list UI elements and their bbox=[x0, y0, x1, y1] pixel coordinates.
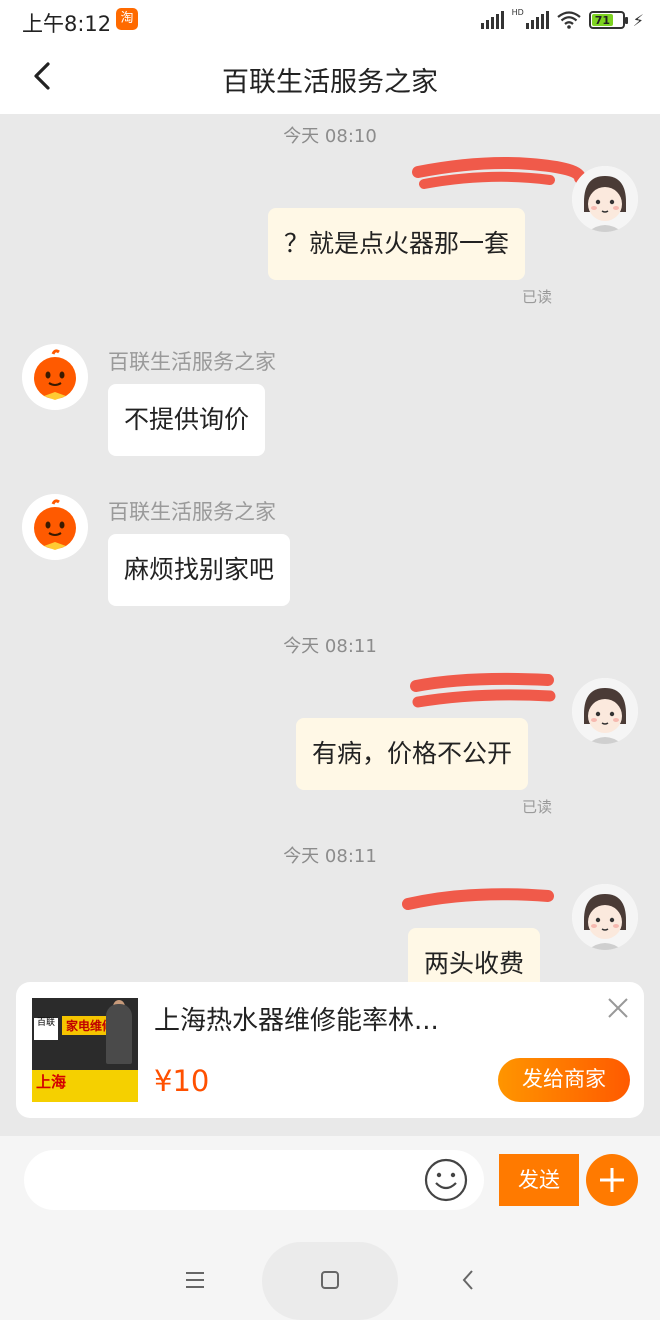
message-timestamp: 今天 08:11 bbox=[283, 636, 377, 657]
smiley-icon[interactable] bbox=[424, 1158, 468, 1202]
thumbnail-city: 上海 bbox=[36, 1073, 67, 1091]
send-to-merchant-button[interactable]: 发给商家 bbox=[498, 1058, 630, 1102]
redacted-nickname bbox=[402, 888, 554, 910]
chat-bubble-outgoing[interactable]: 有病，价格不公开 bbox=[296, 718, 529, 790]
message-timestamp: 今天 08:11 bbox=[283, 846, 377, 867]
sender-name: 百联生活服务之家 bbox=[108, 350, 276, 374]
back-triangle-icon[interactable] bbox=[460, 1268, 476, 1292]
product-thumbnail[interactable]: 百联 家电维修 上海 bbox=[32, 998, 138, 1102]
my-avatar[interactable] bbox=[572, 884, 638, 950]
read-receipt: 已读 bbox=[522, 288, 553, 306]
product-price: ¥10 bbox=[154, 1064, 210, 1098]
battery-icon: 71 bbox=[588, 11, 628, 29]
my-avatar[interactable] bbox=[572, 678, 638, 744]
chat-header: 百联生活服务之家 bbox=[0, 40, 660, 114]
merchant-avatar[interactable] bbox=[22, 494, 88, 560]
redacted-nickname bbox=[410, 672, 556, 708]
signal-icon-2 bbox=[525, 11, 549, 29]
chat-bubble-incoming[interactable]: 麻烦找别家吧 bbox=[108, 534, 291, 606]
message-input-bar: 发送 bbox=[0, 1136, 660, 1240]
page-title: 百联生活服务之家 bbox=[222, 67, 438, 98]
product-title[interactable]: 上海热水器维修能率林... bbox=[154, 1000, 439, 1037]
plus-icon[interactable] bbox=[586, 1154, 638, 1206]
taobao-icon: 淘 bbox=[116, 8, 138, 30]
hd-label: HD bbox=[511, 7, 524, 17]
my-avatar[interactable] bbox=[572, 166, 638, 232]
read-receipt: 已读 bbox=[522, 798, 553, 816]
battery-level: 71 bbox=[594, 13, 611, 27]
chat-bubble-incoming[interactable]: 不提供询价 bbox=[108, 384, 266, 456]
technician-figure bbox=[106, 1004, 132, 1064]
message-input[interactable] bbox=[24, 1150, 484, 1210]
menu-icon[interactable] bbox=[184, 1270, 206, 1290]
redacted-nickname bbox=[412, 157, 586, 189]
system-nav-bar bbox=[0, 1240, 660, 1320]
sender-name: 百联生活服务之家 bbox=[108, 500, 276, 524]
chat-bubble-outgoing[interactable]: ？就是点火器那一套 bbox=[268, 208, 526, 280]
message-timestamp: 今天 08:10 bbox=[283, 126, 377, 147]
status-time: 上午8:12 bbox=[22, 12, 112, 36]
product-card[interactable]: 百联 家电维修 上海 上海热水器维修能率林... ¥10 发给商家 bbox=[16, 982, 644, 1118]
send-button[interactable]: 发送 bbox=[499, 1154, 579, 1206]
close-icon[interactable] bbox=[606, 996, 630, 1020]
status-icons: HD 71 ⚡ bbox=[480, 7, 644, 31]
charging-icon: ⚡ bbox=[632, 10, 644, 30]
merchant-avatar[interactable] bbox=[22, 344, 88, 410]
signal-icon bbox=[480, 11, 504, 29]
home-square-icon[interactable] bbox=[320, 1270, 340, 1290]
wifi-icon bbox=[557, 11, 581, 29]
thumbnail-brand: 百联 bbox=[34, 1018, 58, 1040]
status-bar: 上午8:12 淘 HD 71 ⚡ bbox=[0, 0, 660, 40]
